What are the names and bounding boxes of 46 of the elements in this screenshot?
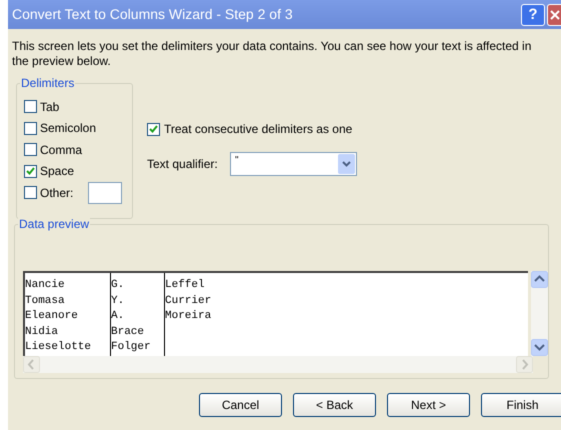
field-label: Text qualifier: xyxy=(147,156,219,173)
text-qualifier-dropdown[interactable]: " xyxy=(230,152,357,176)
checkbox-label: Other: xyxy=(40,184,74,202)
close-icon xyxy=(550,10,560,20)
scroll-up-icon[interactable] xyxy=(531,271,548,288)
checkbox-label: Semicolon xyxy=(40,120,96,137)
dialog-button[interactable]: < Back xyxy=(293,393,376,417)
preview-cell-text: Tomasa xyxy=(25,294,66,308)
checkbox[interactable] xyxy=(24,143,37,156)
group-legend: Delimiters xyxy=(20,76,76,90)
window-title: Convert Text to Columns Wizard - Step 2 of 3 xyxy=(12,5,294,24)
preview-cell-text: Y. xyxy=(111,294,126,308)
checkbox[interactable] xyxy=(24,164,37,178)
checkbox-label: Treat consecutive delimiters as one xyxy=(164,121,352,138)
scroll-down-icon[interactable] xyxy=(531,339,548,356)
group-legend: Data preview xyxy=(18,217,90,231)
preview-cell-text: Brace xyxy=(111,324,146,340)
description-text: This screen lets you set the delimiters your data contains. You can see how your text is affected in the preview below. xyxy=(11,39,532,69)
preview-cell-text: Folger xyxy=(111,340,152,355)
preview-cell-text: Eleanore xyxy=(25,309,79,324)
checkbox-label: Tab xyxy=(40,98,60,116)
dialog-button[interactable]: Finish xyxy=(481,393,561,417)
check-icon xyxy=(26,167,35,175)
checkbox-label: Space xyxy=(40,163,74,180)
preview-cell-text: A. xyxy=(111,309,126,324)
preview-cell-text: Currier xyxy=(165,294,212,308)
close-button[interactable] xyxy=(547,4,561,26)
preview-cell-text: Nancie xyxy=(25,278,66,293)
help-button[interactable]: ? xyxy=(521,4,545,26)
chevron-down-icon xyxy=(342,161,351,167)
check-icon xyxy=(149,125,158,133)
checkbox[interactable] xyxy=(24,186,37,199)
preview-cell-text: G. xyxy=(111,278,126,293)
preview-cell-text: Moreira xyxy=(165,309,212,324)
other-field[interactable] xyxy=(88,182,122,204)
preview-cell-text: Nidia xyxy=(25,324,60,340)
preview-cell-text: Leffel xyxy=(165,278,206,293)
dialog-button[interactable]: Next > xyxy=(387,393,470,417)
preview-cell-text: Lieselotte xyxy=(25,340,92,355)
checkbox[interactable] xyxy=(147,122,160,136)
checkbox[interactable] xyxy=(24,100,37,113)
dialog-button[interactable]: Cancel xyxy=(199,393,282,417)
checkbox-label: Comma xyxy=(40,142,82,158)
checkbox[interactable] xyxy=(24,122,37,134)
vertical-scrollbar[interactable] xyxy=(531,271,548,356)
dropdown-value: " xyxy=(234,154,240,168)
